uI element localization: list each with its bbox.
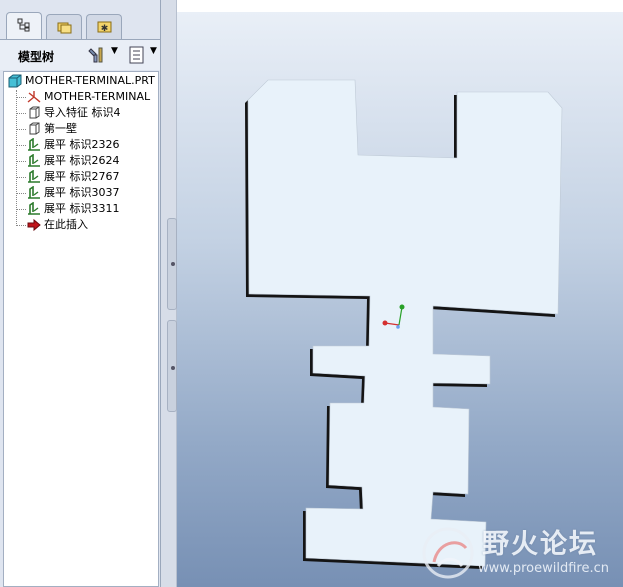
watermark-url: www.proewildfire.cn	[478, 561, 609, 576]
watermark-title: 野火论坛	[482, 529, 598, 560]
part-face	[247, 79, 563, 567]
flat-pattern-part[interactable]	[0, 0, 623, 587]
forum-logo-icon	[422, 527, 474, 579]
